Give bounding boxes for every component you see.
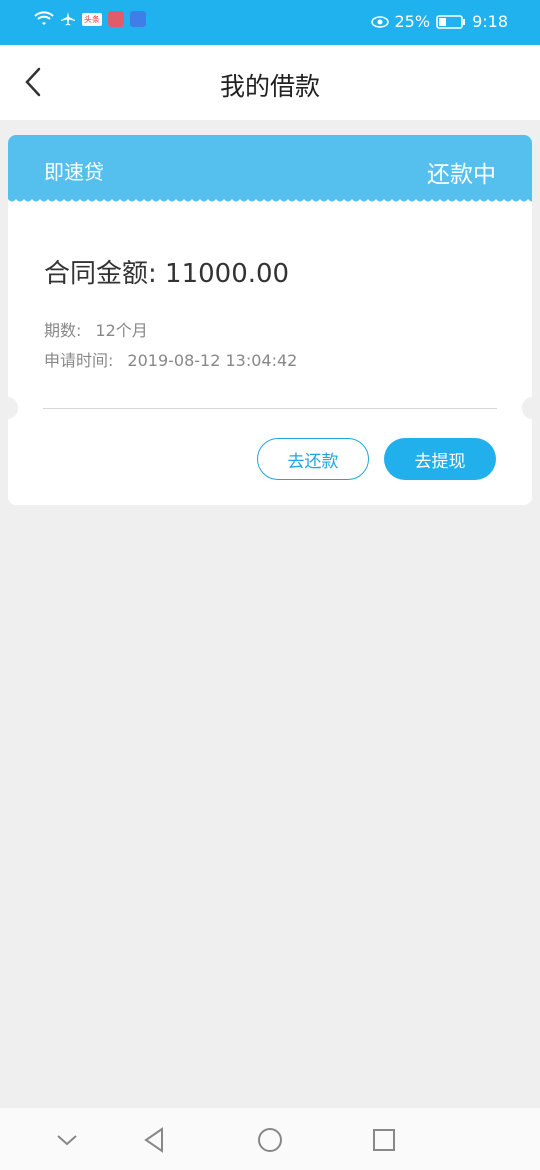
wifi-icon xyxy=(34,11,54,25)
product-name: 即速贷 xyxy=(44,160,104,184)
loan-card: 即速贷 还款中 合同金额: 11000.00 期数: 12个月 申请时间: 2019… xyxy=(8,135,532,505)
system-back-button[interactable] xyxy=(139,1125,169,1155)
app-icon-blue xyxy=(130,11,146,27)
news-app-icon: 头条 xyxy=(82,12,102,26)
contract-amount: 合同金额: 11000.00 xyxy=(44,253,289,290)
collapse-button[interactable] xyxy=(52,1125,82,1155)
card-divider xyxy=(43,408,497,409)
nav-bar: 我的借款 xyxy=(0,45,540,120)
term-label: 期数: xyxy=(44,321,82,340)
term-value: 12个月 xyxy=(95,321,148,340)
status-bar: 头条 25% 9:18 xyxy=(0,0,540,45)
loan-status: 还款中 xyxy=(427,162,496,188)
scallop-edge xyxy=(8,195,532,202)
loan-card-header: 即速贷 还款中 xyxy=(8,135,532,199)
eye-comfort-icon xyxy=(370,15,389,28)
contract-amount-label: 合同金额: xyxy=(44,259,157,289)
status-icons-left: 头条 xyxy=(34,11,146,27)
back-triangle-icon xyxy=(144,1127,163,1153)
term-row: 期数: 12个月 xyxy=(44,317,148,341)
clock: 9:18 xyxy=(472,12,508,31)
app-icon-red xyxy=(108,11,124,27)
system-nav-bar xyxy=(0,1108,540,1170)
battery-icon xyxy=(436,14,466,29)
home-circle-icon xyxy=(258,1128,282,1152)
contract-amount-value: 11000.00 xyxy=(165,259,290,289)
system-home-button[interactable] xyxy=(255,1125,285,1155)
system-recents-button[interactable] xyxy=(369,1125,399,1155)
repay-button[interactable]: 去还款 xyxy=(257,438,369,480)
apply-time-value: 2019-08-12 13:04:42 xyxy=(127,351,298,370)
card-notch-right xyxy=(522,397,532,419)
status-icons-right: 25% 9:18 xyxy=(370,12,508,31)
battery-percent: 25% xyxy=(394,12,431,31)
apply-time-row: 申请时间: 2019-08-12 13:04:42 xyxy=(44,347,297,371)
apply-time-label: 申请时间: xyxy=(44,351,114,370)
page-title: 我的借款 xyxy=(219,72,320,101)
airplane-icon xyxy=(61,12,75,26)
withdraw-button[interactable]: 去提现 xyxy=(384,438,496,480)
card-notch-left xyxy=(8,397,18,419)
chevron-down-icon xyxy=(57,1135,77,1146)
recent-square-icon xyxy=(373,1129,395,1151)
